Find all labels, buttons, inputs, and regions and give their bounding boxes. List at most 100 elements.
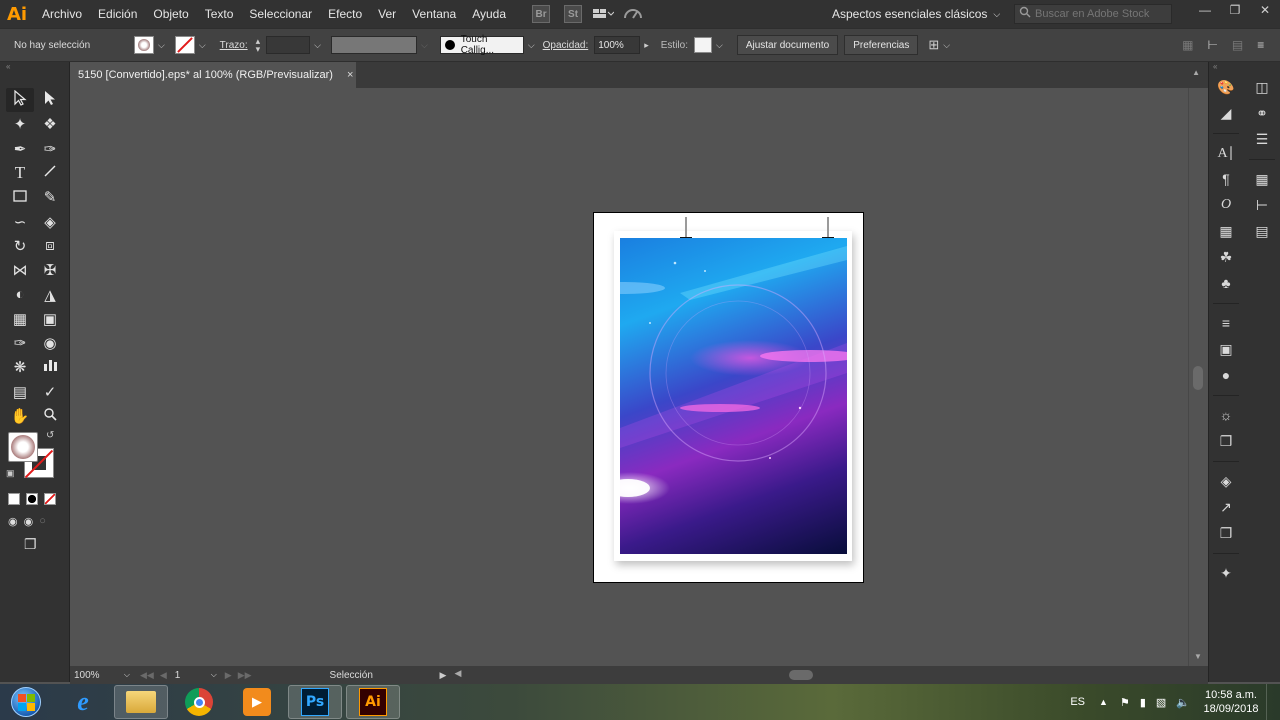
chevron-down-icon[interactable]: ⌵: [528, 40, 535, 51]
artboards-panel-icon[interactable]: ❐: [1209, 520, 1243, 546]
brushes-panel-icon[interactable]: ☘: [1209, 244, 1243, 270]
last-artboard-icon[interactable]: ▶▶: [238, 670, 252, 681]
menu-edicion[interactable]: Edición: [90, 0, 145, 28]
layers-panel-icon[interactable]: ◈: [1209, 468, 1243, 494]
fill-color-swatch[interactable]: [134, 36, 154, 54]
color-guide-icon[interactable]: ◢: [1209, 100, 1243, 126]
menu-objeto[interactable]: Objeto: [145, 0, 196, 28]
transparency-panel-icon[interactable]: ●: [1209, 362, 1243, 388]
poster-frame[interactable]: [614, 217, 852, 561]
shaper-tool[interactable]: ∽: [6, 209, 34, 233]
taskbar-photoshop[interactable]: Ps: [288, 685, 342, 719]
chevron-right-icon[interactable]: ▸: [644, 40, 649, 51]
gradient-tool[interactable]: ▣: [36, 307, 64, 331]
hand-tool[interactable]: ✋: [6, 404, 34, 428]
chevron-down-icon[interactable]: ⌵: [199, 40, 206, 51]
arrange-icon[interactable]: ⊞: [928, 37, 939, 53]
minimize-button[interactable]: —: [1190, 0, 1220, 20]
draw-normal-icon[interactable]: ◉: [8, 515, 18, 528]
status-menu-arrow-icon[interactable]: ▶: [440, 670, 447, 681]
menu-seleccionar[interactable]: Seleccionar: [241, 0, 320, 28]
export-assets-icon[interactable]: ↗: [1209, 494, 1243, 520]
eyedropper-tool[interactable]: ✑: [6, 331, 34, 355]
direct-selection-tool[interactable]: [36, 88, 64, 112]
chevron-down-icon[interactable]: ⌵: [943, 40, 950, 51]
chevron-down-icon[interactable]: ⌵: [716, 40, 723, 51]
paragraph-panel-icon[interactable]: ¶: [1209, 166, 1243, 192]
screen-mode-icon[interactable]: ❐: [24, 536, 37, 553]
rectangle-tool[interactable]: [6, 185, 34, 209]
menu-archivo[interactable]: Archivo: [34, 0, 90, 28]
transform-icon[interactable]: ▦: [1182, 38, 1193, 52]
stock-icon[interactable]: St: [564, 5, 583, 23]
network-icon[interactable]: ▧: [1156, 696, 1166, 709]
pen-tool[interactable]: ✒: [6, 137, 34, 161]
restore-button[interactable]: ❐: [1220, 0, 1250, 20]
column-graph-tool[interactable]: [36, 355, 64, 379]
default-colors-icon[interactable]: ▣: [6, 468, 15, 479]
swatches-panel-icon[interactable]: ▦: [1209, 218, 1243, 244]
brush-definition[interactable]: Touch Callig...: [439, 34, 524, 56]
show-desktop-button[interactable]: [1266, 684, 1280, 720]
previous-artboard-icon[interactable]: ◀: [160, 670, 167, 681]
close-tab-icon[interactable]: ×: [347, 69, 353, 81]
gradient-mode-button[interactable]: [26, 493, 38, 505]
opacity-field[interactable]: 100%: [594, 36, 641, 54]
stroke-label[interactable]: Trazo:: [220, 40, 248, 51]
swap-fill-stroke-icon[interactable]: ↺: [46, 430, 54, 441]
none-mode-button[interactable]: [44, 493, 56, 505]
libraries-panel-icon[interactable]: ◫: [1245, 74, 1279, 100]
rotate-tool[interactable]: ↻: [6, 234, 34, 258]
document-tab[interactable]: 5150 [Convertido].eps* al 100% (RGB/Prev…: [70, 62, 356, 88]
scroll-down-arrow-icon[interactable]: ▼: [1194, 652, 1202, 661]
symbols-panel-icon[interactable]: ♣: [1209, 270, 1243, 296]
pathfinder-panel-icon[interactable]: ▤: [1245, 218, 1279, 244]
color-panel-icon[interactable]: 🎨: [1209, 74, 1243, 100]
width-tool[interactable]: ⋈: [6, 258, 34, 282]
canvas-area[interactable]: [70, 88, 1188, 666]
menu-texto[interactable]: Texto: [197, 0, 242, 28]
scale-tool[interactable]: ⧈: [36, 234, 64, 258]
preferences-button[interactable]: Preferencias: [844, 35, 919, 55]
puppet-warp-tool[interactable]: ✠: [36, 258, 64, 282]
isolate-icon[interactable]: ▤: [1232, 38, 1243, 52]
taskbar-internet-explorer[interactable]: e: [56, 685, 110, 719]
zoom-tool[interactable]: [36, 404, 64, 428]
scroll-left-arrow-icon[interactable]: ◀: [454, 668, 461, 679]
shape-builder-tool[interactable]: ◐: [6, 282, 34, 306]
creative-cloud-icon[interactable]: ⚭: [1245, 100, 1279, 126]
mesh-tool[interactable]: ▦: [6, 307, 34, 331]
horizontal-scrollbar[interactable]: ◀: [454, 668, 1208, 682]
horizontal-scroll-thumb[interactable]: [789, 670, 814, 680]
magic-wand-tool[interactable]: ✦: [6, 112, 34, 136]
menu-ayuda[interactable]: Ayuda: [464, 0, 514, 28]
taskbar-file-explorer[interactable]: [114, 685, 168, 719]
paintbrush-tool[interactable]: ✎: [36, 185, 64, 209]
draw-inside-icon[interactable]: ○: [39, 515, 46, 528]
taskbar-chrome[interactable]: [172, 685, 226, 719]
opacity-label[interactable]: Opacidad:: [543, 40, 589, 51]
properties-panel-icon[interactable]: ☰: [1245, 126, 1279, 152]
blend-tool[interactable]: ◉: [36, 331, 64, 355]
first-artboard-icon[interactable]: ◀◀: [140, 670, 154, 681]
expand-panels-icon[interactable]: «: [1209, 62, 1280, 72]
panel-menu-icon[interactable]: ≡: [1257, 38, 1264, 52]
align-icon[interactable]: ⊢: [1207, 38, 1217, 52]
stroke-color-swatch[interactable]: [174, 36, 195, 54]
vertical-scrollbar[interactable]: ▼: [1188, 88, 1208, 666]
perspective-grid-tool[interactable]: ◮: [36, 282, 64, 306]
menu-ventana[interactable]: Ventana: [404, 0, 464, 28]
artboard[interactable]: [593, 212, 864, 583]
slice-tool[interactable]: ✓: [36, 380, 64, 404]
taskbar-media-player[interactable]: ▶: [230, 685, 284, 719]
curvature-tool[interactable]: ✑: [36, 137, 64, 161]
chevron-down-icon[interactable]: ⌵: [158, 40, 165, 51]
appearance-panel-icon[interactable]: ☼: [1209, 402, 1243, 428]
fill-swatch[interactable]: [8, 432, 38, 462]
stock-search-box[interactable]: [1014, 4, 1172, 24]
bridge-icon[interactable]: Br: [532, 5, 551, 23]
close-window-button[interactable]: ✕: [1250, 0, 1280, 20]
line-tool[interactable]: [36, 161, 64, 185]
image-trace-icon[interactable]: ✦: [1209, 560, 1243, 586]
opentype-panel-icon[interactable]: O: [1209, 192, 1243, 218]
